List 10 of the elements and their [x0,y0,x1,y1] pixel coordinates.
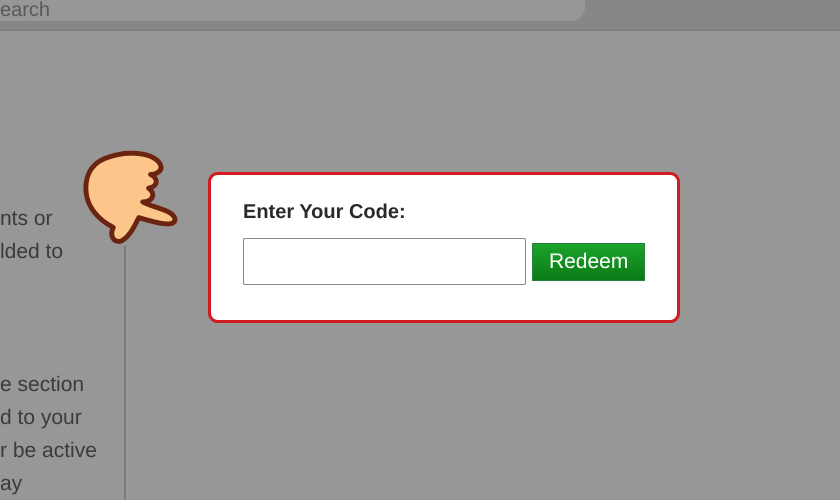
text-line: e section [0,372,86,398]
search-field[interactable]: earch [0,0,585,21]
text-line: lded to [0,239,64,265]
text-line: d to your [0,405,83,431]
code-label: Enter Your Code: [243,201,407,224]
text-line: r be active [0,438,98,464]
text-line: ay [0,471,24,497]
code-input-field[interactable] [243,238,526,285]
text-line: nts or [0,206,54,232]
redeem-button[interactable]: Redeem [532,242,645,280]
